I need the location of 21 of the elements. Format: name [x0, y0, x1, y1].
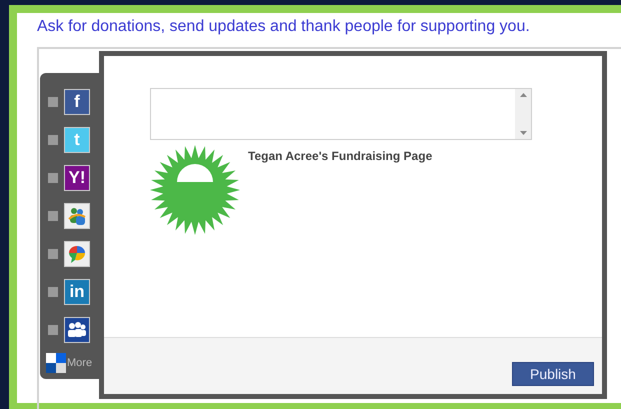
share-checkbox[interactable]	[48, 211, 58, 221]
intro-text: Ask for donations, send updates and thank people for supporting you.	[37, 17, 531, 37]
people-icon[interactable]	[64, 317, 90, 343]
scroll-up-icon[interactable]	[520, 93, 526, 97]
share-checkbox[interactable]	[48, 249, 58, 259]
share-checkbox[interactable]	[48, 135, 58, 145]
scroll-down-icon[interactable]	[520, 131, 526, 135]
messenger-people-icon[interactable]	[64, 203, 90, 229]
share-checkbox[interactable]	[48, 97, 58, 107]
linkedin-icon[interactable]: in	[64, 279, 90, 305]
share-checkbox[interactable]	[48, 287, 58, 297]
share-checkbox[interactable]	[48, 173, 58, 183]
speech-bubble-icon[interactable]	[64, 241, 90, 267]
yahoo-icon[interactable]: Y!	[64, 165, 90, 191]
share-checkbox[interactable]	[48, 325, 58, 335]
more-link[interactable]: More	[67, 357, 92, 369]
grid-icon	[46, 353, 66, 373]
message-field[interactable]	[150, 88, 532, 140]
page-title: Tegan Acree's Fundraising Page	[248, 149, 432, 165]
facebook-icon[interactable]: f	[64, 89, 90, 115]
publish-button[interactable]: Publish	[512, 362, 594, 386]
